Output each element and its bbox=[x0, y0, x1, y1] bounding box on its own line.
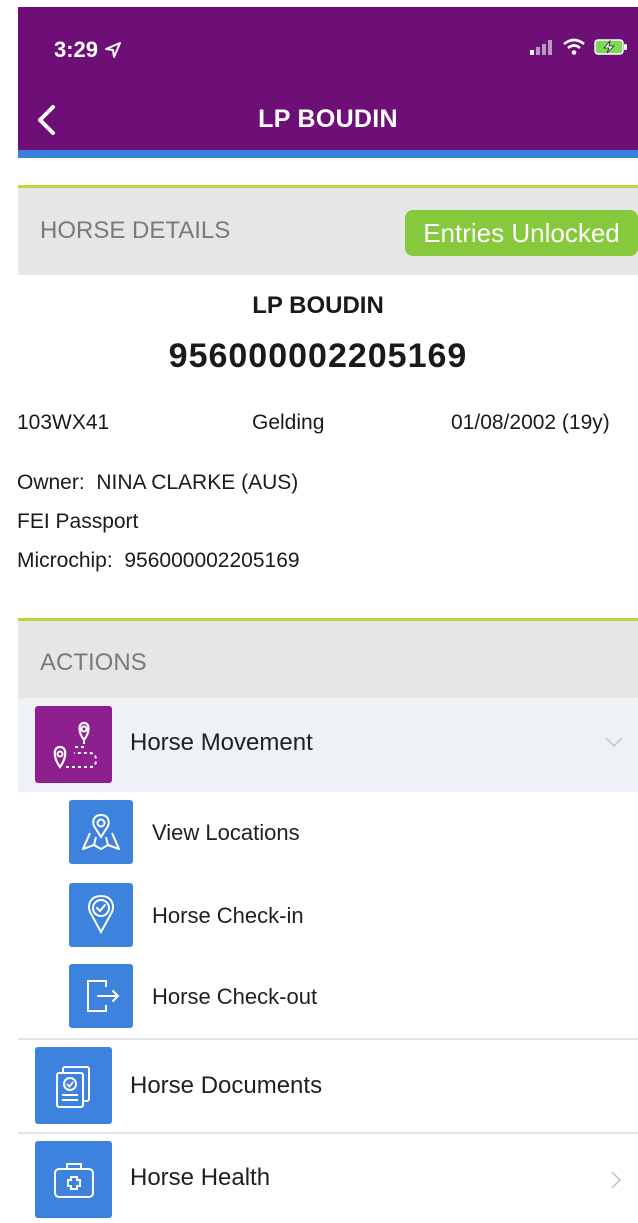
horse-health-label: Horse Health bbox=[130, 1164, 271, 1191]
horse-chip-number: 956000002205169 bbox=[168, 337, 468, 375]
chevron-right-icon bbox=[611, 1171, 622, 1189]
owner-line: Owner: NINA CLARKE (AUS) bbox=[17, 471, 298, 495]
horse-details-header: HORSE DETAILS Entries Unlocked bbox=[18, 185, 638, 275]
status-time: 3:29 bbox=[54, 37, 122, 63]
chevron-down-icon bbox=[605, 737, 623, 748]
medical-kit-icon bbox=[35, 1141, 112, 1218]
documents-icon bbox=[35, 1047, 112, 1124]
microchip-label: Microchip: bbox=[17, 549, 113, 572]
battery-charging-icon bbox=[594, 39, 627, 55]
status-icons bbox=[530, 38, 628, 56]
app-header: 3:29 LP BOUDIN bbox=[18, 7, 638, 150]
location-map-icon bbox=[69, 800, 133, 864]
signal-icon bbox=[530, 40, 552, 55]
map-route-icon bbox=[35, 706, 112, 783]
horse-documents-label: Horse Documents bbox=[130, 1072, 323, 1099]
owner-label: Owner: bbox=[17, 471, 85, 494]
horse-code: 103WX41 bbox=[17, 411, 110, 434]
entries-unlocked-badge[interactable]: Entries Unlocked bbox=[405, 210, 638, 256]
divider bbox=[18, 1038, 638, 1040]
view-locations-label: View Locations bbox=[152, 820, 300, 845]
submenu-item-horse-check-in[interactable]: Horse Check-in bbox=[18, 879, 638, 955]
passport-line: FEI Passport bbox=[17, 510, 139, 533]
divider bbox=[18, 1132, 638, 1134]
header-accent-strip bbox=[18, 150, 638, 158]
horse-details-title: HORSE DETAILS bbox=[40, 217, 231, 244]
submenu-item-view-locations[interactable]: View Locations bbox=[18, 796, 638, 872]
horse-sex: Gelding bbox=[252, 411, 325, 434]
check-pin-icon bbox=[69, 883, 133, 947]
owner-name: NINA CLARKE (AUS) bbox=[96, 471, 299, 494]
status-time-text: 3:29 bbox=[54, 37, 99, 62]
microchip-line: Microchip: 956000002205169 bbox=[17, 549, 300, 573]
menu-item-horse-movement[interactable]: Horse Movement bbox=[18, 698, 638, 792]
horse-check-out-label: Horse Check-out bbox=[152, 984, 318, 1009]
page-title: LP BOUDIN bbox=[258, 105, 398, 133]
location-arrow-icon bbox=[105, 42, 122, 58]
microchip-value: 956000002205169 bbox=[124, 549, 300, 572]
actions-title: ACTIONS bbox=[40, 649, 147, 676]
wifi-icon bbox=[563, 38, 585, 55]
horse-name: LP BOUDIN bbox=[252, 292, 384, 319]
submenu-item-horse-check-out[interactable]: Horse Check-out bbox=[18, 962, 638, 1038]
menu-item-horse-health[interactable]: Horse Health bbox=[18, 1135, 638, 1223]
actions-header: ACTIONS bbox=[18, 618, 638, 698]
menu-item-horse-documents[interactable]: Horse Documents bbox=[18, 1041, 638, 1131]
horse-birth: 01/08/2002 (19y) bbox=[451, 411, 610, 434]
exit-door-icon bbox=[69, 964, 133, 1028]
horse-movement-label: Horse Movement bbox=[130, 729, 313, 756]
horse-check-in-label: Horse Check-in bbox=[152, 903, 304, 928]
